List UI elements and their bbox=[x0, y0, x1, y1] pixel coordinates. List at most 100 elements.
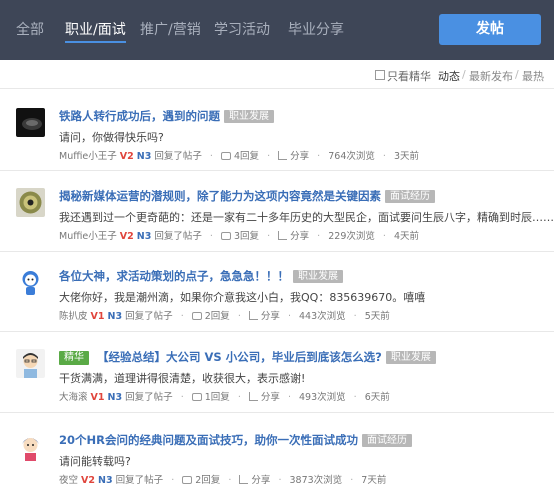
only-featured-label[interactable]: 只看精华 bbox=[387, 68, 431, 84]
author-name[interactable]: Muffie小王子 bbox=[59, 151, 117, 162]
post-excerpt[interactable]: 请问能转载吗? bbox=[59, 453, 131, 469]
sort-newest[interactable]: 最新发布 bbox=[469, 68, 513, 84]
reply-count[interactable]: 3回复 bbox=[234, 231, 259, 242]
meta-separator: · bbox=[317, 231, 321, 242]
meta-separator: · bbox=[180, 392, 184, 403]
avatar[interactable] bbox=[16, 432, 45, 461]
meta-separator: · bbox=[209, 151, 213, 162]
share-link[interactable]: 分享 bbox=[251, 475, 270, 486]
meta-separator: · bbox=[382, 151, 386, 162]
post-tag[interactable]: 面试经历 bbox=[385, 190, 435, 203]
only-featured-checkbox[interactable] bbox=[375, 70, 385, 80]
post-meta: Muffie小王子 V2 N3 回复了帖子 · 3回复 · 分享 · 229次浏… bbox=[59, 228, 419, 242]
user-level: N3 bbox=[136, 151, 152, 162]
user-level: N3 bbox=[107, 392, 123, 403]
tab-graduation-sharing[interactable]: 毕业分享 bbox=[288, 19, 344, 39]
meta-separator: · bbox=[237, 311, 241, 322]
share-link[interactable]: 分享 bbox=[290, 151, 309, 162]
view-count: 229次浏览 bbox=[328, 231, 375, 242]
meta-separator: · bbox=[171, 475, 175, 486]
post-time: 7天前 bbox=[361, 475, 387, 486]
tab-career-interview[interactable]: 职业/面试 bbox=[65, 19, 126, 43]
post-excerpt[interactable]: 干货满满，道理讲得很清楚，收获很大，表示感谢! bbox=[59, 370, 305, 386]
post-tag[interactable]: 职业发展 bbox=[385, 351, 436, 364]
share-icon bbox=[278, 231, 288, 240]
post-title[interactable]: 揭秘新媒体运营的潜规则，除了能力为这项内容竟然是关键因素 bbox=[59, 189, 381, 203]
action-text: 回复了帖子 bbox=[125, 392, 173, 403]
divider bbox=[0, 170, 554, 171]
post-title[interactable]: 铁路人转行成功后，遇到的问题 bbox=[59, 109, 220, 123]
post-tag[interactable]: 职业发展 bbox=[293, 270, 343, 283]
meta-separator: · bbox=[317, 151, 321, 162]
post-excerpt[interactable]: 大佬你好，我是潮州滴，如果你介意我这小白，我QQ：835639670。嘻嘻 bbox=[59, 289, 425, 305]
vip-level: V1 bbox=[90, 311, 105, 322]
share-icon bbox=[239, 475, 249, 484]
meta-separator: · bbox=[228, 475, 232, 486]
view-count: 493次浏览 bbox=[299, 392, 346, 403]
reply-icon bbox=[220, 232, 231, 240]
tab-promotion-marketing[interactable]: 推广/营销 bbox=[140, 19, 201, 39]
author-name[interactable]: 大海滚 bbox=[59, 392, 88, 403]
author-name[interactable]: 陈扒皮 bbox=[59, 311, 88, 322]
meta-separator: · bbox=[353, 392, 357, 403]
post-title[interactable]: 【经验总结】大公司 VS 小公司，毕业后到底该怎么选? bbox=[97, 350, 382, 364]
avatar[interactable] bbox=[16, 349, 45, 378]
avatar[interactable] bbox=[16, 188, 45, 217]
meta-separator: · bbox=[209, 231, 213, 242]
vip-level: V2 bbox=[119, 231, 134, 242]
sort-hottest[interactable]: 最热 bbox=[522, 68, 544, 84]
avatar[interactable] bbox=[16, 268, 45, 297]
post-meta: 夜空 V2 N3 回复了帖子 · 2回复 · 分享 · 3873次浏览 · 7天… bbox=[59, 472, 386, 486]
reply-count[interactable]: 4回复 bbox=[234, 151, 259, 162]
post-tag[interactable]: 面试经历 bbox=[361, 434, 412, 447]
post-title-row: 各位大神，求活动策划的点子，急急急！！！ 职业发展 bbox=[59, 268, 343, 284]
share-icon bbox=[278, 151, 288, 160]
reply-count[interactable]: 2回复 bbox=[195, 475, 220, 486]
post-button[interactable]: 发帖 bbox=[439, 14, 541, 45]
post-time: 6天前 bbox=[364, 392, 390, 403]
post-meta: 大海滚 V1 N3 回复了帖子 · 1回复 · 分享 · 493次浏览 · 6天… bbox=[59, 389, 390, 403]
share-icon bbox=[248, 311, 258, 320]
post-title[interactable]: 20个HR会问的经典问题及面试技巧，助你一次性面试成功 bbox=[59, 433, 358, 447]
author-name[interactable]: Muffie小王子 bbox=[59, 231, 117, 242]
user-level: N3 bbox=[136, 231, 152, 242]
divider bbox=[0, 251, 554, 252]
meta-separator: · bbox=[237, 392, 241, 403]
reply-count[interactable]: 1回复 bbox=[205, 392, 230, 403]
post-meta: 陈扒皮 V1 N3 回复了帖子 · 2回复 · 分享 · 443次浏览 · 5天… bbox=[59, 308, 390, 322]
post-title[interactable]: 各位大神，求活动策划的点子，急急急！！！ bbox=[59, 269, 289, 283]
reply-icon bbox=[191, 312, 202, 320]
tab-career-interview-label: 职业/面试 bbox=[65, 22, 126, 38]
divider bbox=[0, 412, 554, 413]
top-nav-bar: 全部 职业/面试 推广/营销 学习活动 毕业分享 发帖 bbox=[0, 0, 554, 60]
author-name[interactable]: 夜空 bbox=[59, 475, 78, 486]
reply-icon bbox=[191, 393, 202, 401]
divider bbox=[0, 88, 554, 89]
post-excerpt[interactable]: 请问，你做得快乐吗? bbox=[59, 129, 164, 145]
post-time: 5天前 bbox=[364, 311, 390, 322]
view-count: 443次浏览 bbox=[299, 311, 346, 322]
post-time: 3天前 bbox=[393, 151, 420, 162]
post-item: 精华 【经验总结】大公司 VS 小公司，毕业后到底该怎么选? 职业发展 干货满满，道… bbox=[0, 349, 554, 419]
post-item: 揭秘新媒体运营的潜规则，除了能力为这项内容竟然是关键因素 面试经历 我还遇到过一个… bbox=[0, 188, 554, 258]
share-link[interactable]: 分享 bbox=[290, 231, 309, 242]
active-tab-underline bbox=[65, 41, 126, 43]
divider bbox=[0, 331, 554, 332]
action-text: 回复了帖子 bbox=[125, 311, 173, 322]
meta-separator: · bbox=[287, 392, 291, 403]
meta-separator: · bbox=[267, 151, 271, 162]
view-count: 3873次浏览 bbox=[289, 475, 343, 486]
post-tag[interactable]: 职业发展 bbox=[224, 110, 274, 123]
reply-icon bbox=[220, 152, 231, 160]
avatar[interactable] bbox=[16, 108, 45, 137]
share-link[interactable]: 分享 bbox=[261, 311, 280, 322]
meta-separator: · bbox=[287, 311, 291, 322]
reply-count[interactable]: 2回复 bbox=[205, 311, 230, 322]
tab-learning-activities[interactable]: 学习活动 bbox=[214, 19, 270, 39]
sort-separator: / bbox=[515, 68, 519, 81]
sort-activity[interactable]: 动态 bbox=[438, 68, 460, 84]
share-link[interactable]: 分享 bbox=[261, 392, 280, 403]
post-excerpt[interactable]: 我还遇到过一个更奇葩的：还是一家有二十多年历史的大型民企，面试要问生辰八字，精确… bbox=[59, 209, 554, 225]
tab-all[interactable]: 全部 bbox=[16, 19, 44, 39]
action-text: 回复了帖子 bbox=[115, 475, 164, 486]
